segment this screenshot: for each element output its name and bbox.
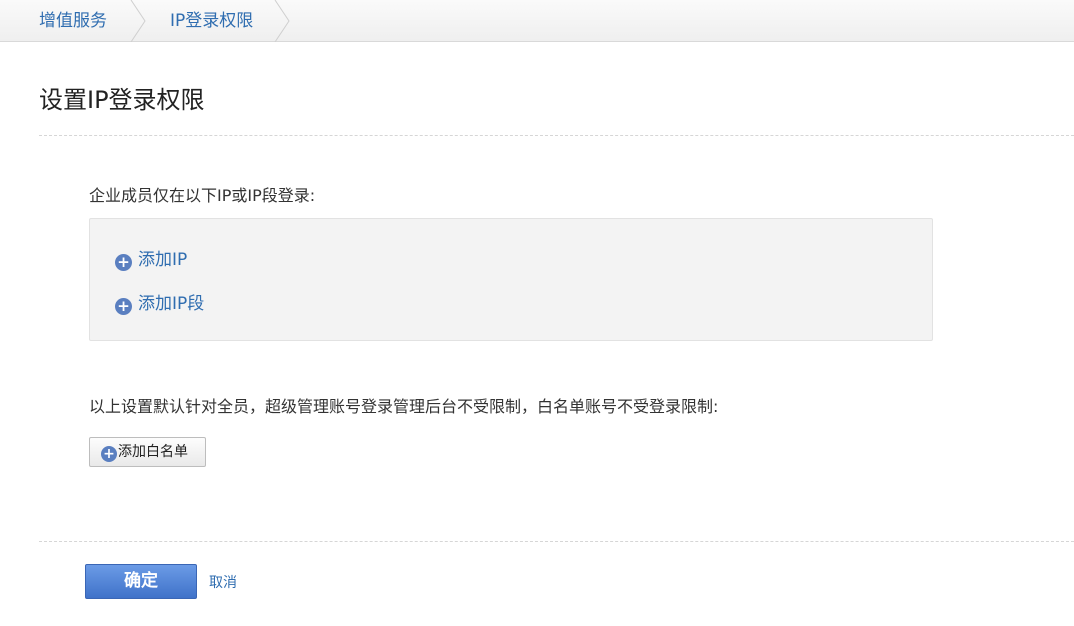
- ip-restriction-label: 企业成员仅在以下IP或IP段登录:: [89, 186, 316, 205]
- ip-list-panel: + 添加IP + 添加IP段: [89, 218, 933, 341]
- breadcrumb: 增值服务 IP登录权限: [0, 0, 1074, 42]
- breadcrumb-separator-icon: [274, 0, 290, 42]
- page-title: 设置IP登录权限: [39, 86, 205, 114]
- cancel-link[interactable]: 取消: [209, 572, 237, 594]
- plus-circle-icon: +: [101, 446, 117, 462]
- divider: [39, 541, 1074, 542]
- plus-circle-icon: +: [115, 298, 132, 315]
- add-ip-range-link[interactable]: + 添加IP段: [115, 292, 204, 316]
- breadcrumb-item-value-added-services[interactable]: 增值服务: [39, 0, 107, 42]
- breadcrumb-separator-icon: [130, 0, 146, 42]
- add-whitelist-button[interactable]: + 添加白名单: [89, 437, 206, 467]
- divider: [39, 135, 1074, 136]
- add-ip-label: 添加IP: [138, 250, 188, 270]
- whitelist-note: 以上设置默认针对全员，超级管理账号登录管理后台不受限制，白名单账号不受登录限制:: [89, 397, 719, 416]
- breadcrumb-item-ip-login-permission[interactable]: IP登录权限: [170, 0, 253, 42]
- add-ip-range-label: 添加IP段: [138, 294, 205, 314]
- add-ip-link[interactable]: + 添加IP: [115, 248, 187, 272]
- plus-circle-icon: +: [115, 254, 132, 271]
- confirm-button[interactable]: 确定: [85, 564, 197, 599]
- add-whitelist-label: 添加白名单: [118, 444, 188, 460]
